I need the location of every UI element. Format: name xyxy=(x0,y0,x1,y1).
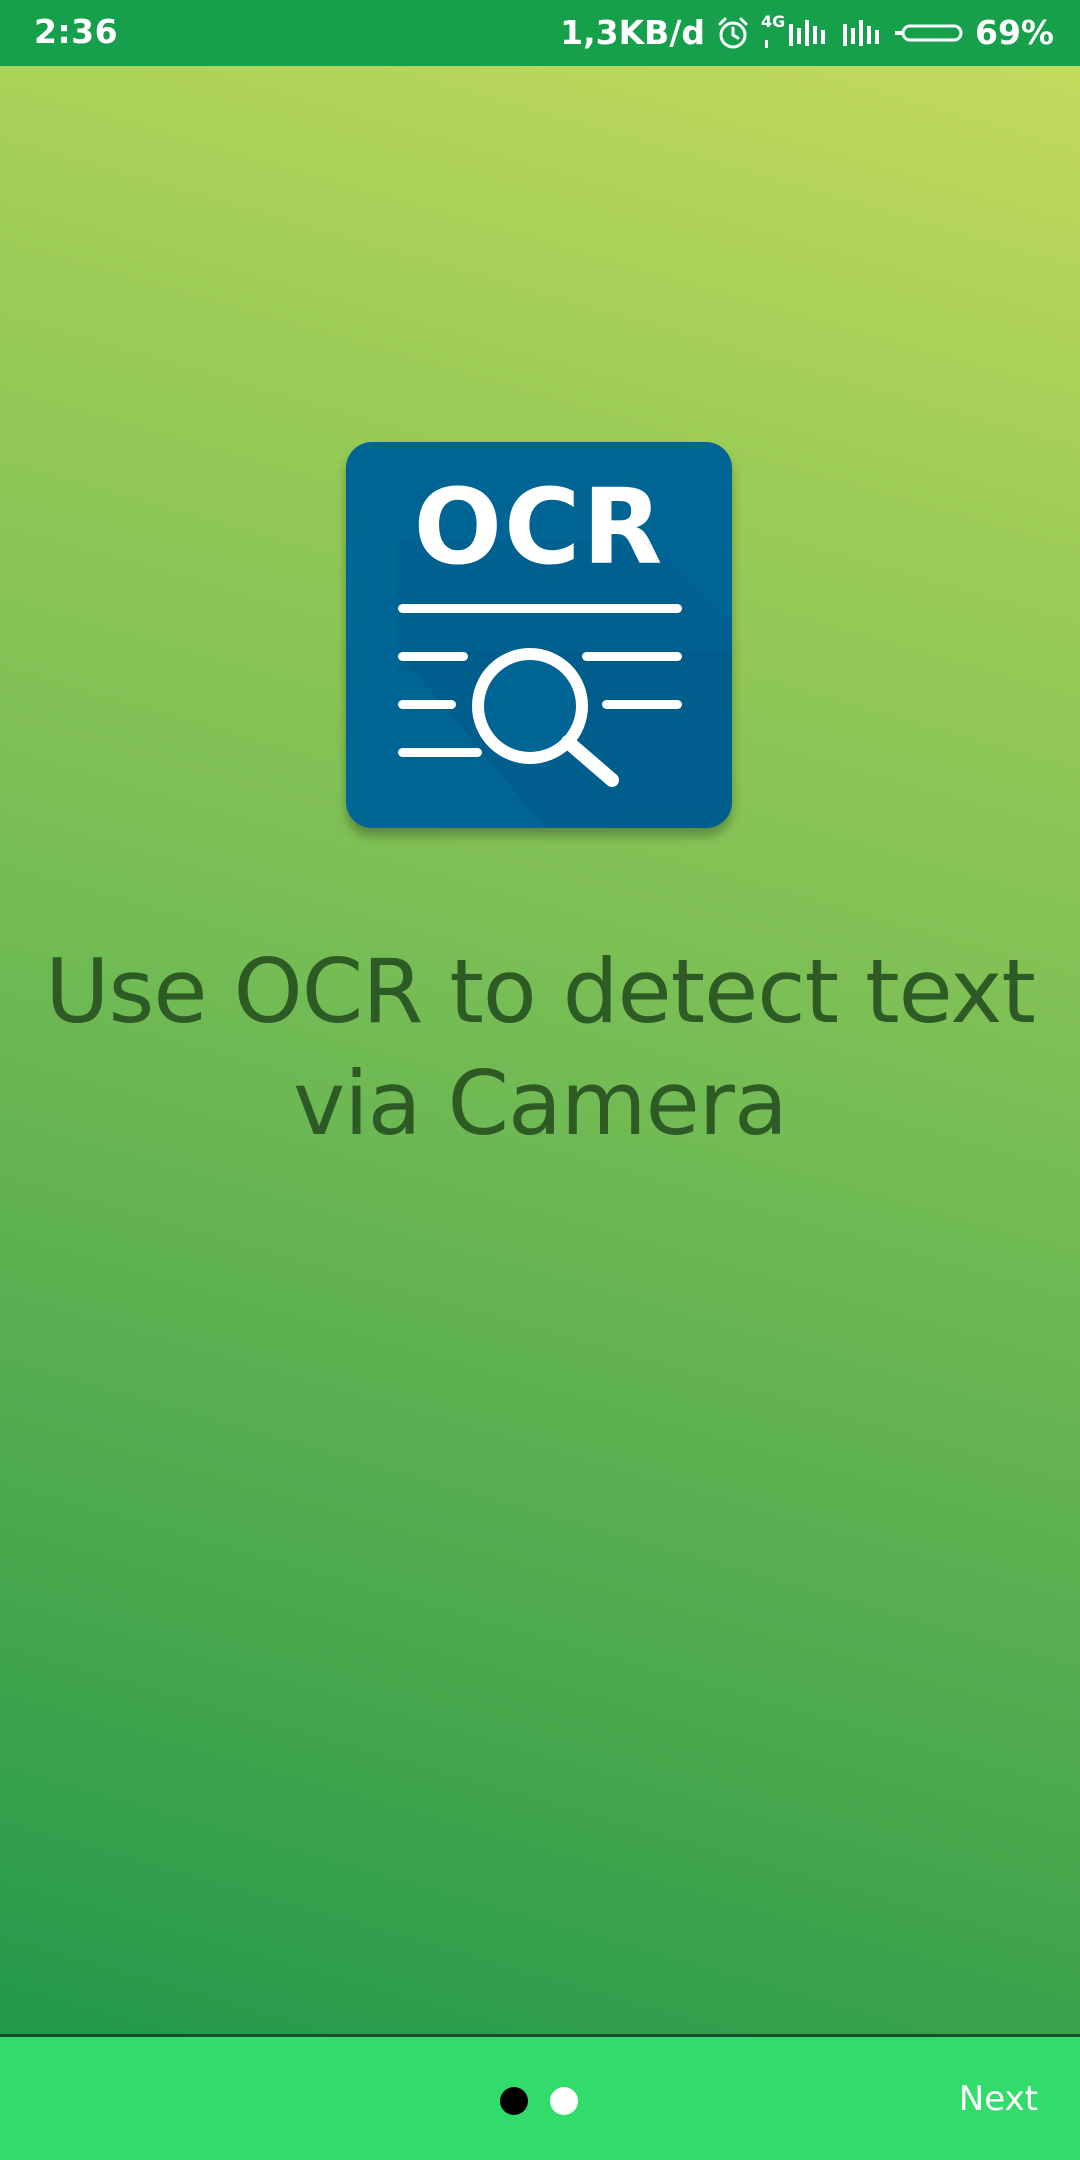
network-type-label: 4G xyxy=(761,12,786,31)
battery-icon xyxy=(895,21,965,45)
onboarding-screen: 2:36 1,3KB/d 4G 69% OCR Use OCR to detec… xyxy=(0,0,1080,2160)
signal-icon-2 xyxy=(841,16,885,50)
ocr-logo: OCR xyxy=(346,442,732,828)
bottom-navigation-bar: Next xyxy=(0,2034,1080,2160)
logo-text: OCR xyxy=(413,466,665,588)
page-indicator xyxy=(500,2087,578,2115)
battery-percent: 69% xyxy=(975,13,1054,52)
alarm-icon xyxy=(715,15,751,51)
status-time: 2:36 xyxy=(34,12,119,51)
next-button[interactable]: Next xyxy=(959,2073,1038,2125)
onboarding-headline: Use OCR to detect text via Camera xyxy=(45,940,1036,1155)
signal-icon: 4G xyxy=(761,12,831,50)
status-bar: 2:36 1,3KB/d 4G 69% xyxy=(0,0,1080,66)
network-speed: 1,3KB/d xyxy=(560,13,705,52)
page-indicator-dot-1[interactable] xyxy=(500,2087,528,2115)
status-indicators: 1,3KB/d 4G 69% xyxy=(560,12,1054,54)
onboarding-page: OCR Use OCR to detect text via Camera xyxy=(0,66,1080,2034)
page-indicator-dot-2[interactable] xyxy=(550,2087,578,2115)
